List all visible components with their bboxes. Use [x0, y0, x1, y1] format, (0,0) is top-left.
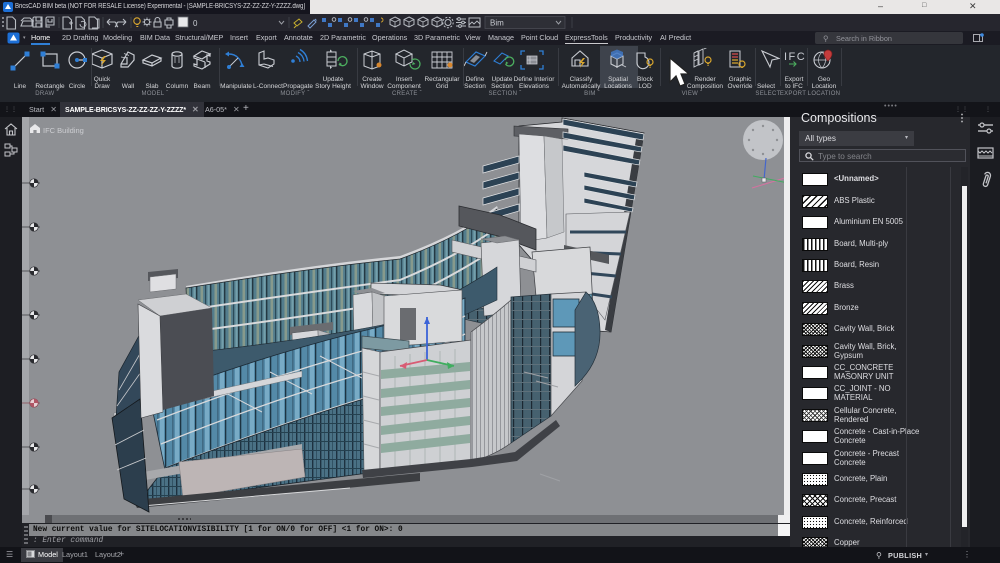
- svg-text:IFC Building: IFC Building: [43, 126, 84, 135]
- svg-text:Bim: Bim: [490, 19, 504, 28]
- svg-text:0: 0: [193, 19, 198, 28]
- svg-text:IFC: IFC: [784, 51, 806, 63]
